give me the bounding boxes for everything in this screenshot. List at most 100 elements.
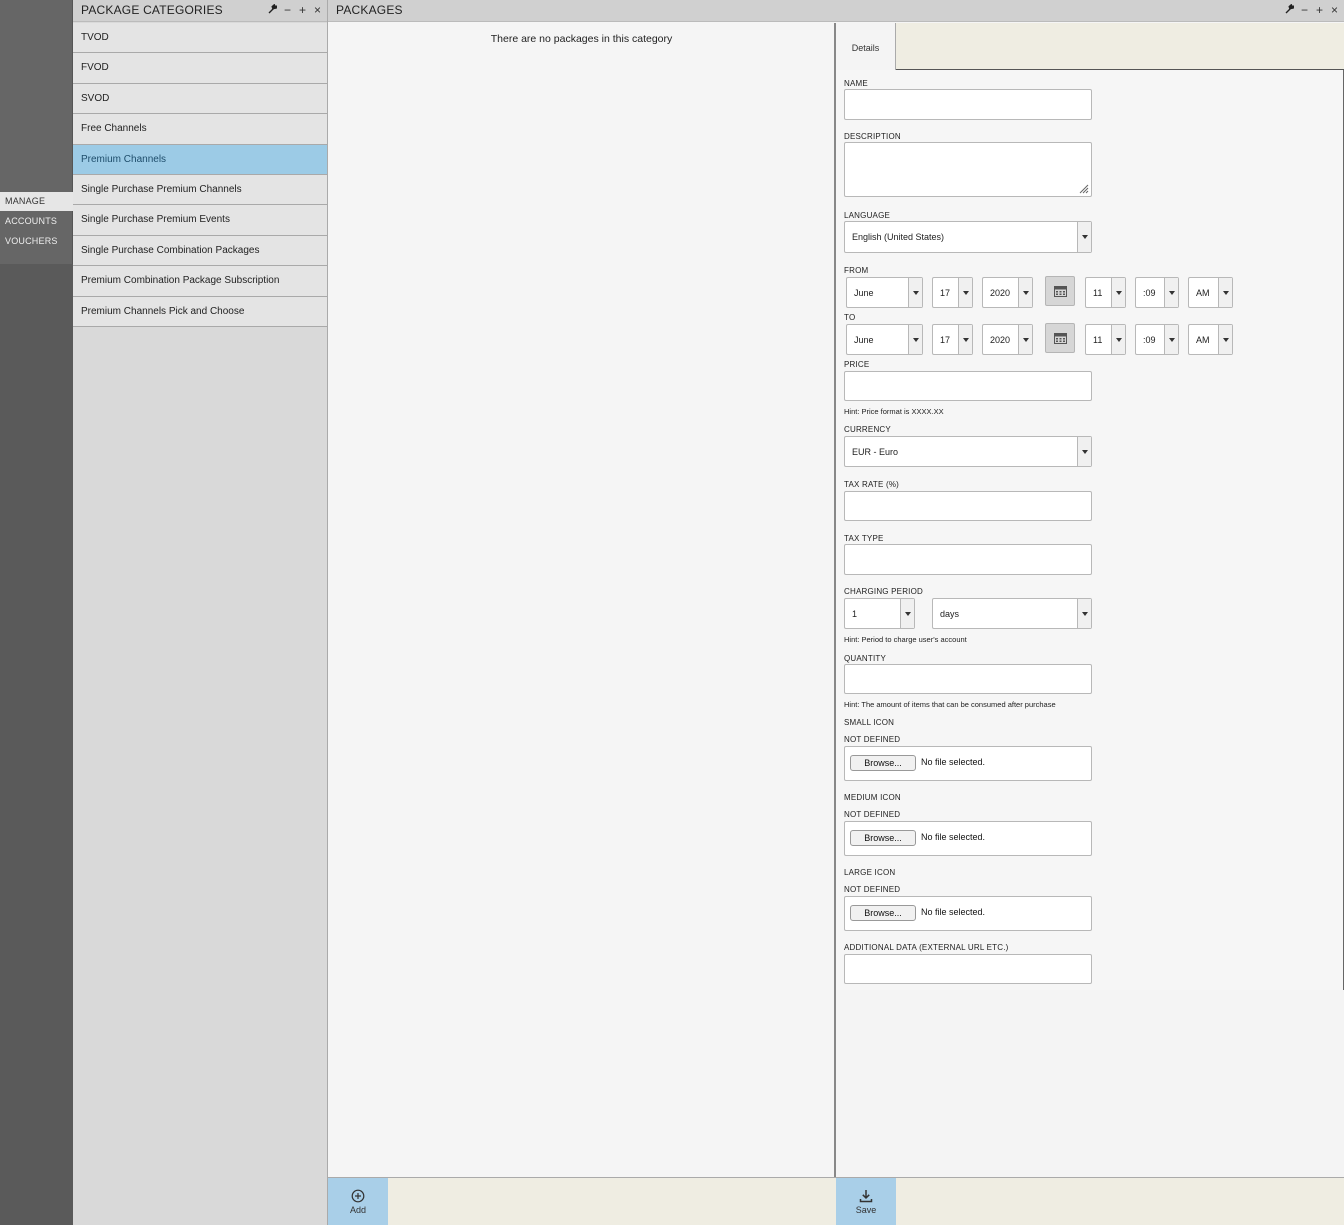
- chevron-down-icon: [1218, 325, 1232, 354]
- category-item-single-purchase-premium-channels[interactable]: Single Purchase Premium Channels: [73, 174, 327, 206]
- add-icon[interactable]: +: [298, 3, 307, 17]
- details-tabbar: Details: [836, 23, 1344, 71]
- categories-panel-controls: − + ×: [268, 3, 322, 17]
- category-item-premium-combination-package-subscription[interactable]: Premium Combination Package Subscription: [73, 266, 327, 297]
- to-calendar-button[interactable]: [1045, 323, 1075, 353]
- bottom-toolbar: Add Save: [328, 1177, 1344, 1225]
- minimize-icon[interactable]: −: [1300, 3, 1309, 17]
- tab-details[interactable]: Details: [836, 23, 896, 71]
- quantity-input[interactable]: [844, 664, 1092, 694]
- to-year-select[interactable]: 2020: [982, 324, 1033, 355]
- to-hour-select[interactable]: 11: [1085, 324, 1126, 355]
- to-day-select[interactable]: 17: [932, 324, 973, 355]
- chevron-down-icon: [1077, 599, 1091, 628]
- category-item-svod[interactable]: SVOD: [73, 83, 327, 115]
- medium-icon-file-input: Browse... No file selected.: [844, 821, 1092, 856]
- small-icon-label: SMALL ICON: [844, 718, 895, 727]
- tax-rate-label: TAX RATE (%): [844, 480, 899, 489]
- from-month-select[interactable]: June: [846, 277, 923, 308]
- packages-list: There are no packages in this category: [328, 23, 835, 1177]
- category-item-single-purchase-premium-events[interactable]: Single Purchase Premium Events: [73, 205, 327, 236]
- from-month-value: June: [854, 287, 874, 298]
- add-button-label: Add: [349, 1205, 366, 1215]
- category-item-premium-channels-pick-and-choose[interactable]: Premium Channels Pick and Choose: [73, 296, 327, 327]
- calendar-icon: [1054, 333, 1067, 344]
- category-item-fvod[interactable]: FVOD: [73, 53, 327, 84]
- currency-select[interactable]: EUR - Euro: [844, 436, 1092, 467]
- category-item-premium-channels[interactable]: Premium Channels: [73, 144, 327, 175]
- small-icon-no-file: No file selected.: [921, 757, 986, 767]
- from-calendar-button[interactable]: [1045, 276, 1075, 306]
- chevron-down-icon: [1164, 325, 1178, 354]
- large-icon-browse-button[interactable]: Browse...: [850, 905, 916, 921]
- from-hour-select[interactable]: 11: [1085, 277, 1126, 308]
- app-root: MANAGE ACCOUNTS VOUCHERS PACKAGE CATEGOR…: [0, 0, 1344, 1225]
- categories-title: PACKAGE CATEGORIES: [81, 3, 223, 17]
- from-year-select[interactable]: 2020: [982, 277, 1033, 308]
- add-icon[interactable]: +: [1315, 3, 1324, 17]
- chevron-down-icon: [1018, 325, 1032, 354]
- large-icon-status: NOT DEFINED: [844, 885, 901, 894]
- medium-icon-browse-button[interactable]: Browse...: [850, 830, 916, 846]
- from-day-select[interactable]: 17: [932, 277, 973, 308]
- additional-data-input[interactable]: [844, 954, 1092, 984]
- nav-item-vouchers[interactable]: VOUCHERS: [0, 232, 73, 251]
- close-icon[interactable]: ×: [1330, 3, 1339, 17]
- small-icon-browse-button[interactable]: Browse...: [850, 755, 916, 771]
- to-ampm-select[interactable]: AM: [1188, 324, 1233, 355]
- wrench-icon[interactable]: [268, 3, 278, 17]
- category-item-free-channels[interactable]: Free Channels: [73, 114, 327, 145]
- package-categories-panel: PACKAGE CATEGORIES − + × TVOD FVOD SVOD …: [73, 0, 328, 1225]
- nav-item-accounts[interactable]: ACCOUNTS: [0, 212, 73, 231]
- chevron-down-icon: [900, 599, 914, 628]
- to-minute-select[interactable]: :09: [1135, 324, 1179, 355]
- description-textarea[interactable]: [844, 142, 1092, 197]
- left-nav: MANAGE ACCOUNTS VOUCHERS: [0, 0, 73, 1225]
- chevron-down-icon: [908, 325, 922, 354]
- to-month-select[interactable]: June: [846, 324, 923, 355]
- price-input[interactable]: [844, 371, 1092, 401]
- wrench-icon[interactable]: [1285, 3, 1295, 17]
- from-ampm-select[interactable]: AM: [1188, 277, 1233, 308]
- add-button[interactable]: Add: [328, 1178, 388, 1225]
- chevron-down-icon: [1018, 278, 1032, 307]
- close-icon[interactable]: ×: [313, 3, 322, 17]
- charging-period-unit-value: days: [940, 608, 960, 619]
- category-item-tvod[interactable]: TVOD: [73, 23, 327, 54]
- large-icon-file-input: Browse... No file selected.: [844, 896, 1092, 931]
- small-icon-file-input: Browse... No file selected.: [844, 746, 1092, 781]
- to-year-value: 2020: [990, 334, 1011, 345]
- packages-header: PACKAGES − + ×: [328, 0, 1344, 22]
- save-button[interactable]: Save: [836, 1178, 896, 1225]
- charging-period-hint: Hint: Period to charge user's account: [844, 635, 967, 644]
- to-month-value: June: [854, 334, 874, 345]
- chevron-down-icon: [958, 325, 972, 354]
- charging-period-unit-select[interactable]: days: [932, 598, 1092, 629]
- nav-item-manage[interactable]: MANAGE: [0, 192, 73, 211]
- large-icon-label: LARGE ICON: [844, 868, 896, 877]
- from-minute-value: :09: [1143, 287, 1156, 298]
- charging-period-label: CHARGING PERIOD: [844, 587, 924, 596]
- add-circle-icon: [351, 1189, 365, 1203]
- tax-type-input[interactable]: [844, 544, 1092, 575]
- chevron-down-icon: [1077, 437, 1091, 466]
- to-hour-value: 11: [1093, 334, 1103, 345]
- additional-data-label: ADDITIONAL DATA (EXTERNAL URL ETC.): [844, 943, 1009, 952]
- language-select[interactable]: English (United States): [844, 221, 1092, 253]
- from-hour-value: 11: [1093, 287, 1103, 298]
- medium-icon-label: MEDIUM ICON: [844, 793, 901, 802]
- large-icon-no-file: No file selected.: [921, 907, 986, 917]
- category-item-single-purchase-combination-packages[interactable]: Single Purchase Combination Packages: [73, 235, 327, 267]
- charging-period-count-select[interactable]: 1: [844, 598, 915, 629]
- name-input[interactable]: [844, 89, 1092, 120]
- small-icon-status: NOT DEFINED: [844, 735, 901, 744]
- tax-rate-input[interactable]: [844, 491, 1092, 521]
- quantity-hint: Hint: The amount of items that can be co…: [844, 700, 1056, 709]
- currency-label: CURRENCY: [844, 425, 891, 434]
- chevron-down-icon: [1111, 325, 1125, 354]
- minimize-icon[interactable]: −: [283, 3, 292, 17]
- download-icon: [859, 1190, 873, 1203]
- resize-grip-icon[interactable]: [1079, 184, 1089, 194]
- from-minute-select[interactable]: :09: [1135, 277, 1179, 308]
- packages-panel: PACKAGES − + × There are no packages in …: [328, 0, 1344, 1225]
